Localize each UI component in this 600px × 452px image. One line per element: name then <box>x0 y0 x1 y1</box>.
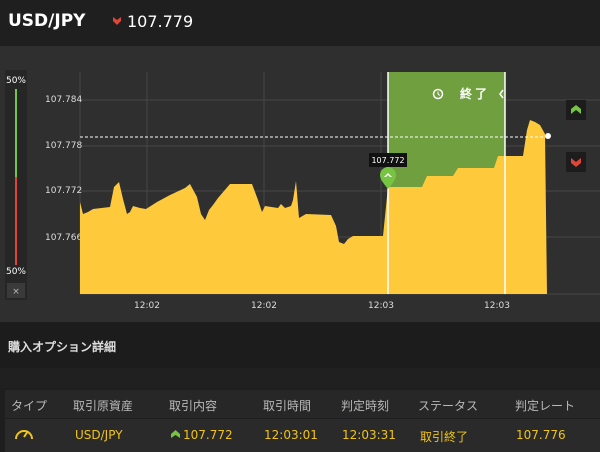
entry-rate-cell: 107.772 <box>183 428 233 442</box>
column-header: 判定レート <box>515 399 576 413</box>
gauge-icon <box>15 430 33 440</box>
x-tick-label: 12:03 <box>484 301 510 311</box>
y-tick-label: 107.784 <box>45 95 82 105</box>
entry-marker-label: 107.772 <box>371 156 404 165</box>
sentiment-bottom-pct: 50% <box>6 267 26 277</box>
y-tick-label: 107.772 <box>45 186 82 196</box>
up-arrow-icon <box>171 430 180 438</box>
trade-time-cell: 12:03:01 <box>264 428 318 442</box>
column-header: 取引時間 <box>263 399 312 413</box>
x-tick-label: 12:03 <box>368 301 394 311</box>
high-button[interactable] <box>566 100 586 120</box>
column-header: 判定時刻 <box>341 399 390 413</box>
current-price-dot <box>545 133 551 139</box>
status-cell: 取引終了 <box>420 430 469 444</box>
down-arrow-icon <box>113 17 121 25</box>
y-tick-label: 107.778 <box>45 141 82 151</box>
column-header: 取引内容 <box>169 399 218 413</box>
column-header: タイプ <box>11 399 48 413</box>
asset-header: USD/JPY 107.779 <box>0 0 600 46</box>
sentiment-bar: 50% 50% × <box>5 70 27 300</box>
result-rate-cell: 107.776 <box>516 428 566 442</box>
sentiment-top-pct: 50% <box>6 76 26 86</box>
price-chart: 50% 50% × 107.784 107.778 107.772 107.76… <box>0 46 600 322</box>
close-icon: × <box>12 287 20 297</box>
current-price: 107.779 <box>127 12 194 31</box>
table-row[interactable]: USD/JPY 107.772 12:03:01 12:03:31 取引終了 1… <box>5 419 600 452</box>
x-tick-label: 12:02 <box>134 301 160 311</box>
column-header: 取引原資産 <box>73 399 134 413</box>
details-table-header: タイプ 取引原資産 取引内容 取引時間 判定時刻 ステータス 判定レート <box>5 390 600 418</box>
asset-pair: USD/JPY <box>8 11 86 31</box>
column-header: ステータス <box>418 399 479 413</box>
details-section-header: 購入オプション詳細 <box>0 322 600 368</box>
asset-cell: USD/JPY <box>75 428 123 442</box>
section-divider <box>0 368 600 388</box>
end-label: 終了 <box>460 86 490 101</box>
details-title: 購入オプション詳細 <box>8 340 117 354</box>
x-tick-label: 12:02 <box>251 301 277 311</box>
y-tick-label: 107.766 <box>45 233 82 243</box>
low-button[interactable] <box>566 152 586 172</box>
expiry-time-cell: 12:03:31 <box>342 428 396 442</box>
